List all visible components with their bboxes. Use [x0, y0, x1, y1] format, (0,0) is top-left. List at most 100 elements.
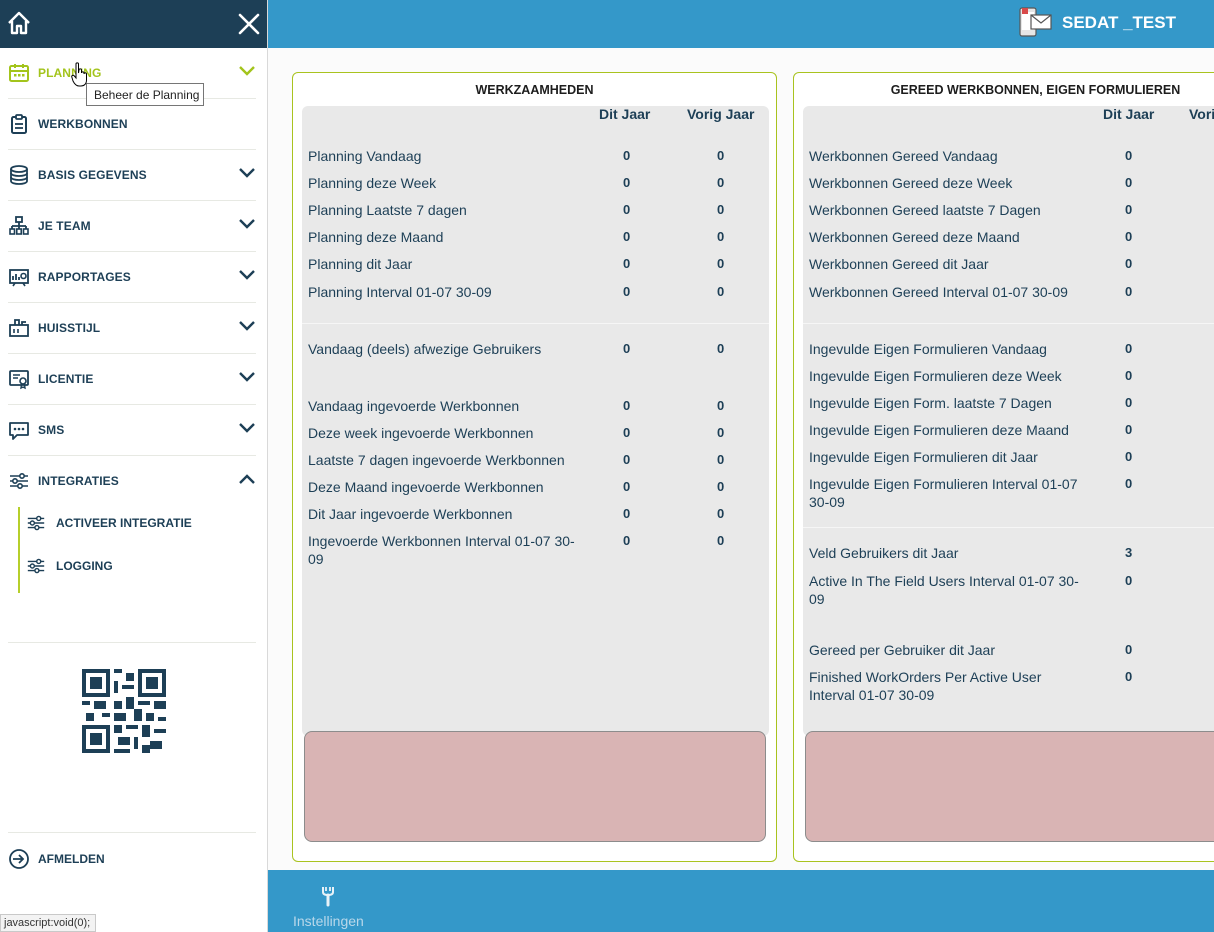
logout-icon	[9, 849, 29, 869]
stat-value: 0	[623, 148, 631, 163]
calendar-icon	[9, 64, 29, 82]
sidebar-item-huisstijl[interactable]: HUISSTIJL	[8, 303, 256, 354]
sidebar-item-licentie[interactable]: LICENTIE	[8, 354, 256, 405]
stat-label: Vandaag (deels) afwezige Gebruikers	[308, 341, 542, 357]
sidebar-subitem-label: LOGGING	[56, 559, 113, 573]
close-icon[interactable]	[235, 10, 263, 38]
hand-cursor-icon	[71, 62, 87, 87]
sidebar-item-label: PLANNING	[38, 66, 102, 80]
panel-werkzaamheden: WERKZAAMHEDEN Dit Jaar Vorig Jaar Planni…	[292, 72, 777, 862]
stat-label: Ingevulde Eigen Formulieren deze Maand	[809, 422, 1069, 438]
stat-label: Werkbonnen Gereed dit Jaar	[809, 256, 989, 272]
stat-label: Deze week ingevoerde Werkbonnen	[308, 425, 534, 441]
stat-value: 0	[1125, 395, 1133, 410]
column-header-dit-jaar: Dit Jaar	[599, 106, 651, 122]
sidebar-item-label: SMS	[38, 423, 65, 437]
sidebar-subitem-activeer-integratie[interactable]: ACTIVEER INTEGRATIE	[26, 511, 246, 535]
stat-value: 0	[623, 284, 631, 299]
sliders-icon	[10, 472, 28, 490]
stat-value: 0	[717, 425, 725, 440]
chevron-up-icon[interactable]	[238, 472, 256, 486]
sidebar-subitem-label: ACTIVEER INTEGRATIE	[56, 516, 192, 530]
stat-value: 0	[623, 506, 631, 521]
stat-label: Planning Laatste 7 dagen	[308, 202, 467, 218]
stat-value: 0	[717, 229, 725, 244]
stat-value: 0	[623, 479, 631, 494]
integraties-submenu: ACTIVEER INTEGRATIE LOGGING	[8, 507, 256, 643]
chevron-down-icon[interactable]	[238, 370, 256, 384]
stat-label: Dit Jaar ingevoerde Werkbonnen	[308, 506, 513, 522]
sidebar-item-rapportages[interactable]: RAPPORTAGES	[8, 252, 256, 303]
sidebar-menu: PLANNING WERKBONNEN BASIS GEGEVENS JE TE…	[0, 48, 256, 643]
stat-value: 0	[623, 341, 631, 356]
sidebar-item-label: RAPPORTAGES	[38, 270, 131, 284]
stat-label: Ingevulde Eigen Formulieren deze Week	[809, 368, 1062, 384]
column-header-vorig-jaar: Vorig Jaar	[687, 106, 755, 122]
sidebar-item-label: INTEGRATIES	[38, 474, 119, 488]
wrench-icon	[322, 887, 334, 907]
clipboard-icon	[11, 114, 27, 134]
chevron-down-icon[interactable]	[238, 166, 256, 180]
stat-value: 0	[1125, 284, 1133, 299]
separator	[803, 323, 1214, 324]
sidebar-item-label: WERKBONNEN	[38, 117, 128, 131]
stat-value: 0	[1125, 202, 1133, 217]
stat-value: 0	[623, 398, 631, 413]
stat-label: Planning deze Week	[308, 175, 437, 191]
stat-label: Werkbonnen Gereed laatste 7 Dagen	[809, 202, 1041, 218]
logout-button[interactable]: AFMELDEN	[8, 832, 256, 884]
stat-label: Planning Vandaag	[308, 148, 422, 164]
stat-label: Ingevulde Eigen Formulieren dit Jaar	[809, 449, 1038, 465]
stat-value: 0	[1125, 148, 1133, 163]
stat-value: 0	[717, 398, 725, 413]
stat-value: 0	[717, 506, 725, 521]
sidebar-item-basis-gegevens[interactable]: BASIS GEGEVENS	[8, 150, 256, 201]
stat-value: 0	[1125, 669, 1133, 684]
stat-label: Werkbonnen Gereed deze Week	[809, 175, 1013, 191]
sidebar-item-label: HUISSTIJL	[38, 321, 101, 335]
sidebar-item-integraties[interactable]: INTEGRATIES	[8, 456, 256, 507]
stat-label: Ingevulde Eigen Formulieren Interval 01-…	[809, 476, 1078, 510]
user-name[interactable]: SEDAT _TEST	[1062, 13, 1176, 33]
home-icon[interactable]	[6, 10, 32, 36]
stat-label: Finished WorkOrders Per Active User Inte…	[809, 669, 1042, 703]
stat-value: 0	[1125, 341, 1133, 356]
stat-value: 0	[717, 256, 725, 271]
logout-label: AFMELDEN	[38, 852, 105, 866]
stat-label: Planning dit Jaar	[308, 256, 413, 272]
stat-value: 0	[623, 202, 631, 217]
qr-code	[82, 669, 166, 753]
sidebar-item-je-team[interactable]: JE TEAM	[8, 201, 256, 252]
stat-value: 0	[1125, 449, 1133, 464]
brush-icon	[9, 319, 29, 337]
chevron-down-icon[interactable]	[238, 319, 256, 333]
sidebar-item-werkbonnen[interactable]: WERKBONNEN	[8, 99, 256, 150]
column-header-vorig-jaar: Vorig Jaar	[1189, 106, 1214, 122]
stat-label: Planning Interval 01-07 30-09	[308, 284, 492, 300]
chevron-down-icon[interactable]	[238, 64, 256, 78]
stat-value: 0	[1125, 476, 1133, 491]
stat-value: 0	[717, 479, 725, 494]
sidebar-subitem-logging[interactable]: LOGGING	[26, 554, 246, 578]
chevron-down-icon[interactable]	[238, 421, 256, 435]
stat-label: Ingevoerde Werkbonnen Interval 01-07 30-…	[308, 533, 575, 567]
chart-placeholder	[304, 731, 766, 842]
stat-label: Deze Maand ingevoerde Werkbonnen	[308, 479, 544, 495]
stat-value: 0	[717, 202, 725, 217]
sidebar-item-label: LICENTIE	[38, 372, 94, 386]
sidebar-header	[0, 0, 267, 48]
chevron-down-icon[interactable]	[238, 217, 256, 231]
user-mail-icon[interactable]	[1018, 6, 1054, 40]
stat-value: 0	[623, 256, 631, 271]
top-bar: SEDAT _TEST	[268, 0, 1214, 48]
sidebar-item-label: BASIS GEGEVENS	[38, 168, 147, 182]
stat-label: Werkbonnen Gereed Vandaag	[809, 148, 998, 164]
stat-label: Werkbonnen Gereed Interval 01-07 30-09	[809, 284, 1068, 300]
panel-gereed-werkbonnen: GEREED WERKBONNEN, EIGEN FORMULIEREN Dit…	[793, 72, 1214, 862]
chevron-down-icon[interactable]	[238, 268, 256, 282]
stat-value: 0	[623, 425, 631, 440]
stat-label: Gereed per Gebruiker dit Jaar	[809, 642, 995, 658]
database-icon	[10, 165, 28, 185]
sidebar-item-sms[interactable]: SMS	[8, 405, 256, 456]
submenu-line	[18, 507, 20, 593]
